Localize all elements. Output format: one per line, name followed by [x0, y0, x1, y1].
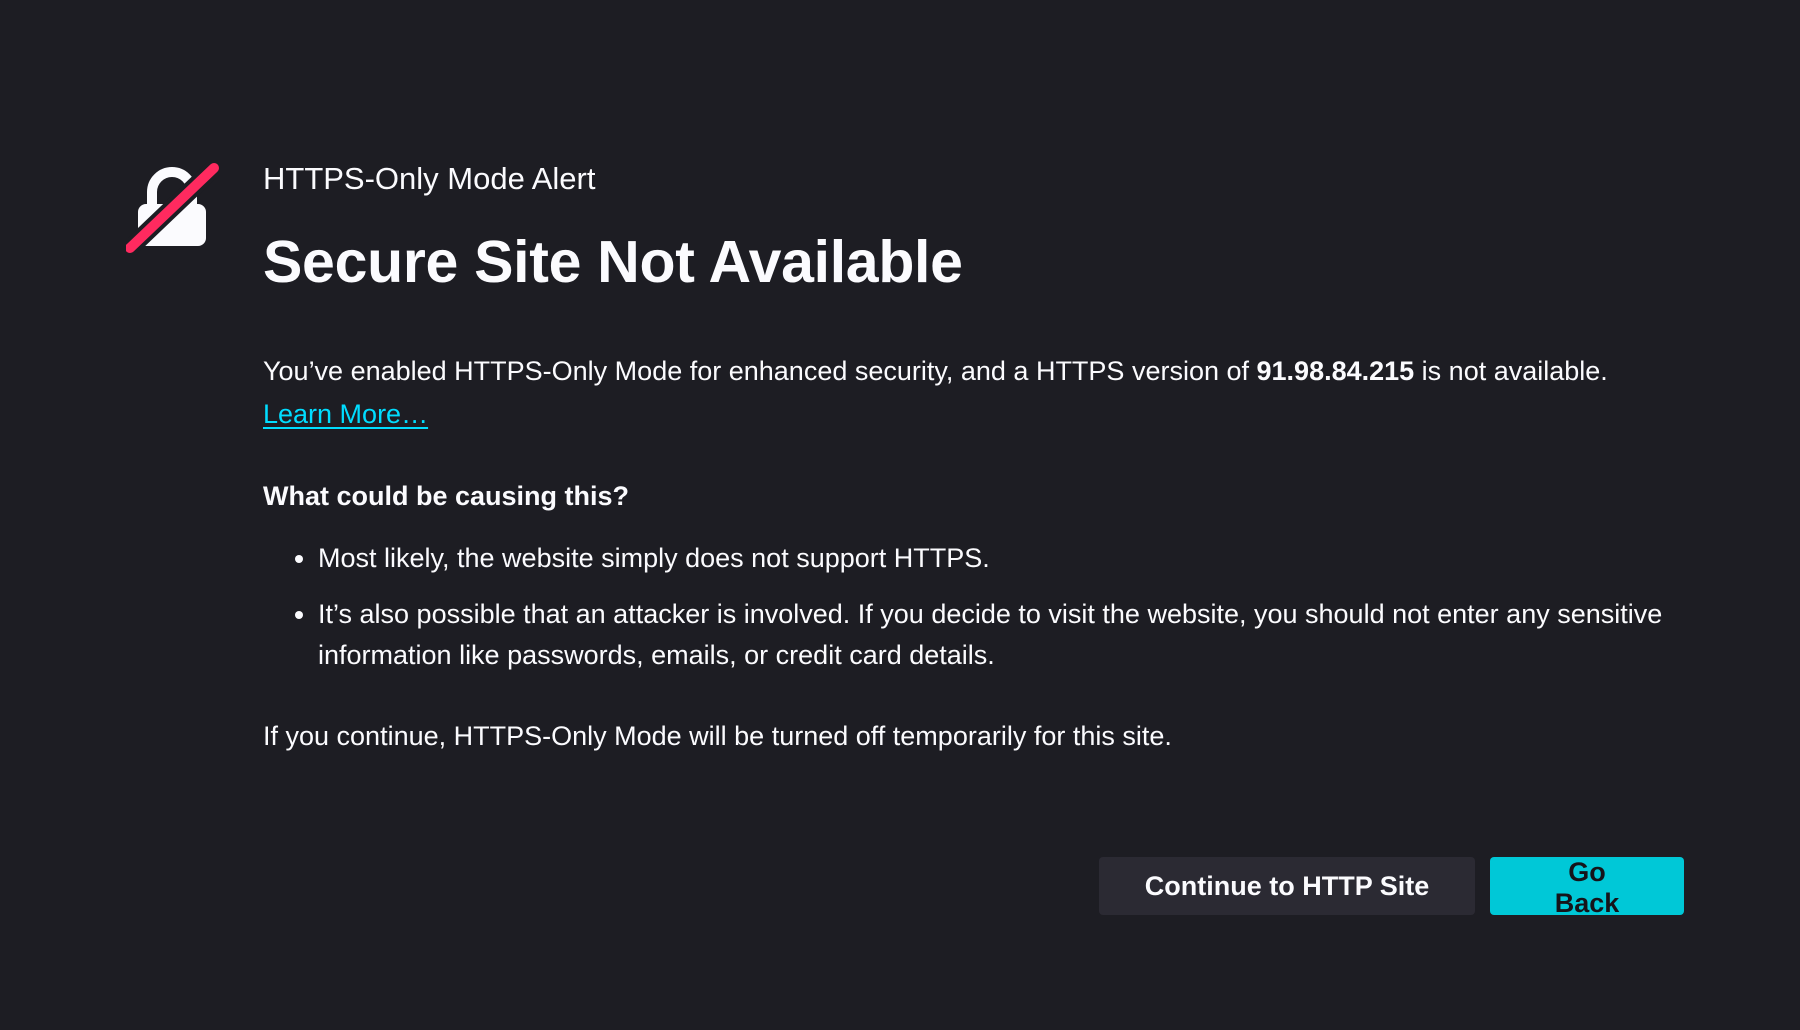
- cause-item: Most likely, the website simply does not…: [318, 538, 1683, 579]
- action-buttons: Continue to HTTP Site Go Back: [1099, 857, 1684, 918]
- https-only-error-page: HTTPS-Only Mode Alert Secure Site Not Av…: [0, 0, 1800, 1030]
- causes-list: Most likely, the website simply does not…: [263, 538, 1683, 676]
- crossed-out-lock-icon: [119, 157, 225, 259]
- error-description: You’ve enabled HTTPS-Only Mode for enhan…: [263, 348, 1683, 394]
- host-address: 91.98.84.215: [1256, 356, 1415, 386]
- error-content: HTTPS-Only Mode Alert Secure Site Not Av…: [263, 158, 1683, 756]
- cause-item: It’s also possible that an attacker is i…: [318, 594, 1683, 676]
- continue-note: If you continue, HTTPS-Only Mode will be…: [263, 721, 1172, 751]
- continue-to-http-button[interactable]: Continue to HTTP Site: [1099, 857, 1475, 915]
- description-text: You’ve enabled HTTPS-Only Mode for enhan…: [263, 356, 1257, 386]
- learn-more-link[interactable]: Learn More…: [263, 394, 428, 434]
- go-back-button[interactable]: Go Back: [1490, 857, 1684, 918]
- causes-heading: What could be causing this?: [263, 481, 630, 511]
- alert-title: HTTPS-Only Mode Alert: [263, 161, 596, 196]
- page-title: Secure Site Not Available: [263, 229, 963, 295]
- description-suffix: is not available.: [1414, 356, 1608, 386]
